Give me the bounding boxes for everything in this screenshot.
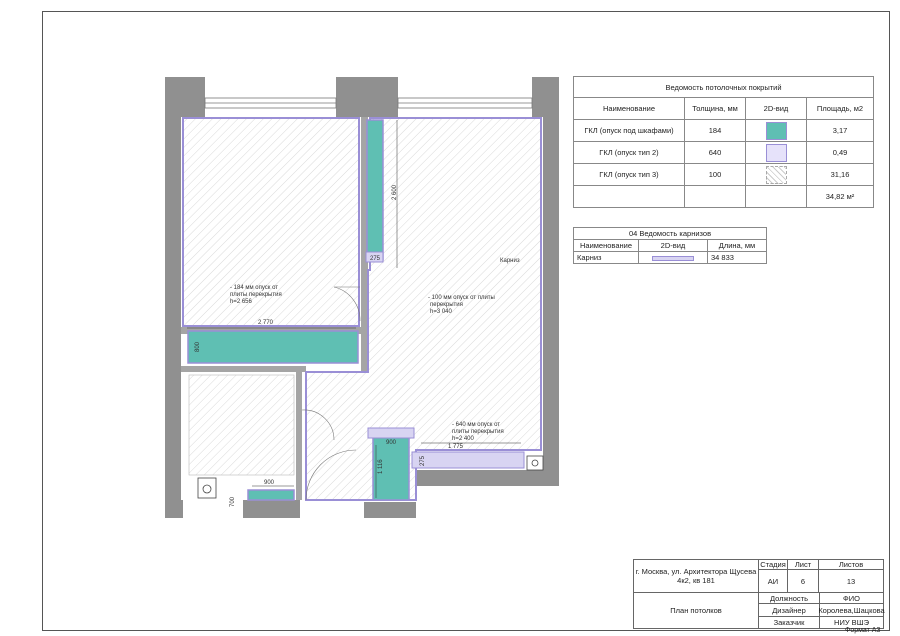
- col-header-area: Площадь, м2: [806, 97, 874, 120]
- col-header-name: Наименование: [573, 239, 639, 252]
- stage-value: АИ: [758, 569, 788, 593]
- row-name: ГКЛ (опуск тип 2): [573, 141, 685, 164]
- note-100-line2: перекрытия: [430, 302, 463, 308]
- dim-275-b: 275: [420, 455, 426, 466]
- dim-900-b: 900: [264, 480, 275, 486]
- table-row: ГКЛ (опуск тип 2) 640 0,49: [573, 141, 874, 164]
- row-thickness: 640: [684, 141, 746, 164]
- ceiling-table-title: Ведомость потолочных покрытий: [573, 76, 874, 98]
- note-184-line3: h=2 656: [230, 299, 253, 305]
- cornice-schedule-table: 04 Ведомость карнизов Наименование 2D-ви…: [573, 227, 767, 264]
- table-row: ГКЛ (опуск тип 3) 100 31,16: [573, 163, 874, 186]
- hatch-swatch: [765, 165, 787, 184]
- row-thickness: 100: [684, 163, 746, 186]
- col-header-thickness: Толщина, мм: [684, 97, 746, 120]
- table-row: Карниз 34 833: [573, 251, 767, 264]
- customer-label: Заказчик: [758, 616, 820, 629]
- teal-swatch: [765, 121, 787, 140]
- dim-1775: 1 775: [448, 444, 464, 450]
- sheet-title: План потолков: [633, 592, 759, 629]
- note-640-line3: h=2 400: [452, 436, 475, 442]
- note-karniz: Карниз: [500, 258, 520, 264]
- note-184-line1: - 184 мм опуск от: [230, 285, 278, 291]
- col-header-2d: 2D-вид: [638, 239, 708, 252]
- row-name: ГКЛ (опуск под шкафами): [573, 119, 685, 142]
- dim-2770: 2 770: [258, 320, 274, 326]
- designer-label: Дизайнер: [758, 603, 820, 617]
- note-184-line2: плиты перекрытия: [230, 292, 282, 298]
- row-swatch: [745, 163, 807, 186]
- dim-2600: 2 600: [392, 184, 398, 200]
- row-area: 31,16: [806, 163, 874, 186]
- table-row: ГКЛ (опуск под шкафами) 184 3,17: [573, 119, 874, 142]
- row-thickness: 184: [684, 119, 746, 142]
- row-swatch: [745, 119, 807, 142]
- total-area: 34,82 м²: [806, 185, 874, 208]
- cornice-table-title: 04 Ведомость карнизов: [573, 227, 767, 240]
- row-area: 0,49: [806, 141, 874, 164]
- dim-800: 800: [195, 341, 201, 352]
- note-640-line2: плиты перекрытия: [452, 429, 504, 435]
- sheets-value: 13: [818, 569, 884, 593]
- row-area: 3,17: [806, 119, 874, 142]
- title-block: г. Москва, ул. Архитектора Щусева 4к2, к…: [633, 559, 885, 629]
- cornice-line-swatch: [652, 255, 694, 261]
- ceiling-schedule-table: Ведомость потолочных покрытий Наименован…: [573, 76, 874, 208]
- paper-format: Формат А3: [845, 627, 881, 634]
- row-name: ГКЛ (опуск тип 3): [573, 163, 685, 186]
- address: г. Москва, ул. Архитектора Щусева 4к2, к…: [633, 559, 759, 593]
- note-100-line3: h=3 040: [430, 309, 453, 315]
- col-header-2d: 2D-вид: [745, 97, 807, 120]
- note-100-line1: - 100 мм опуск от плиты: [428, 295, 495, 301]
- dim-275-a: 275: [370, 256, 381, 262]
- row-name: Карниз: [573, 251, 639, 264]
- dim-900: 900: [386, 440, 397, 446]
- col-header-name: Наименование: [573, 97, 685, 120]
- dim-700: 700: [230, 496, 236, 507]
- lilac-swatch: [765, 143, 787, 162]
- col-header-length: Длина, мм: [707, 239, 767, 252]
- dim-1116: 1 116: [378, 459, 384, 474]
- row-swatch: [745, 141, 807, 164]
- designer-value: Королева,Шацкова: [818, 603, 885, 617]
- note-640-line1: - 640 мм опуск от: [452, 422, 500, 428]
- sheet-value: 6: [787, 569, 819, 593]
- row-swatch: [638, 251, 708, 264]
- row-length: 34 833: [707, 251, 767, 264]
